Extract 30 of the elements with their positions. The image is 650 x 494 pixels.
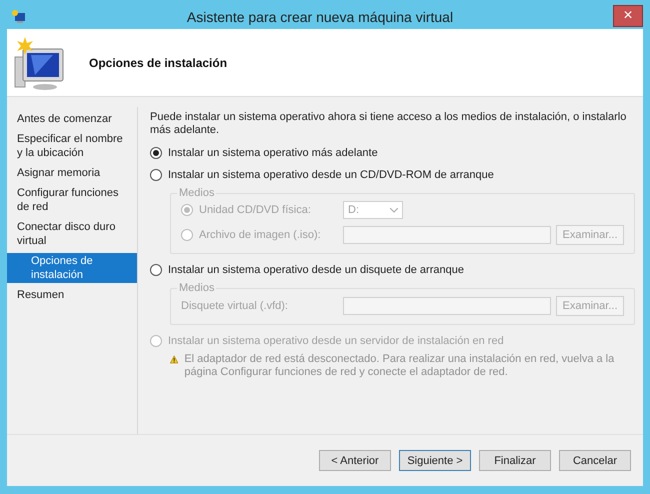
wizard-button[interactable]: Siguiente > [399,450,471,471]
nav-item[interactable]: Antes de comenzar [7,111,137,127]
option-label[interactable]: Instalar un sistema operativo desde un CD/DVD-ROM de arranque [168,169,494,181]
field-label: Disquete virtual (.vfd): [181,300,288,312]
option-label[interactable]: Instalar un sistema operativo desde un disquete de arranque [168,264,464,276]
warning-text: El adaptador de red está desconectado. Para realizar una instalación en red, vuelva a la página Configurar funciones de red y conecte el adaptador de red. [184,353,616,379]
nav-item[interactable]: Asignar memoria [7,165,137,181]
chevron-icon [390,208,398,212]
page-title: Opciones de instalación [89,56,228,70]
nav-item[interactable]: Configurar funciones de red [7,185,137,215]
option-label[interactable]: Instalar un sistema operativo más adelante [168,147,378,159]
close-button[interactable]: × [613,5,643,27]
description: Puede instalar un sistema operativo ahora si tiene acceso a los medios de instalación, o instalarlo más adelante. [150,111,628,137]
group-legend: Medios [177,282,216,294]
wizard-button[interactable]: < Anterior [319,450,391,471]
nav-item[interactable]: Opciones de instalación [7,253,137,283]
window-title: Asistente para crear nueva máquina virtual [186,9,454,25]
app-icon [11,10,27,24]
wizard-button[interactable]: Cancelar [559,450,631,471]
warning-icon [170,353,178,366]
group-legend: Medios [177,187,216,199]
nav-item[interactable]: Resumen [7,287,137,303]
radio-button[interactable] [150,169,162,181]
field-label: Archivo de imagen (.iso): [199,229,321,241]
nav-item[interactable]: Conectar disco duro virtual [7,219,137,249]
radio-button[interactable] [150,147,162,159]
radio-button[interactable] [150,264,162,276]
field-label: Unidad CD/DVD física: [199,204,311,216]
nav-item[interactable]: Especificar el nombre y la ubicación [7,131,137,161]
wizard-button[interactable]: Finalizar [479,450,551,471]
